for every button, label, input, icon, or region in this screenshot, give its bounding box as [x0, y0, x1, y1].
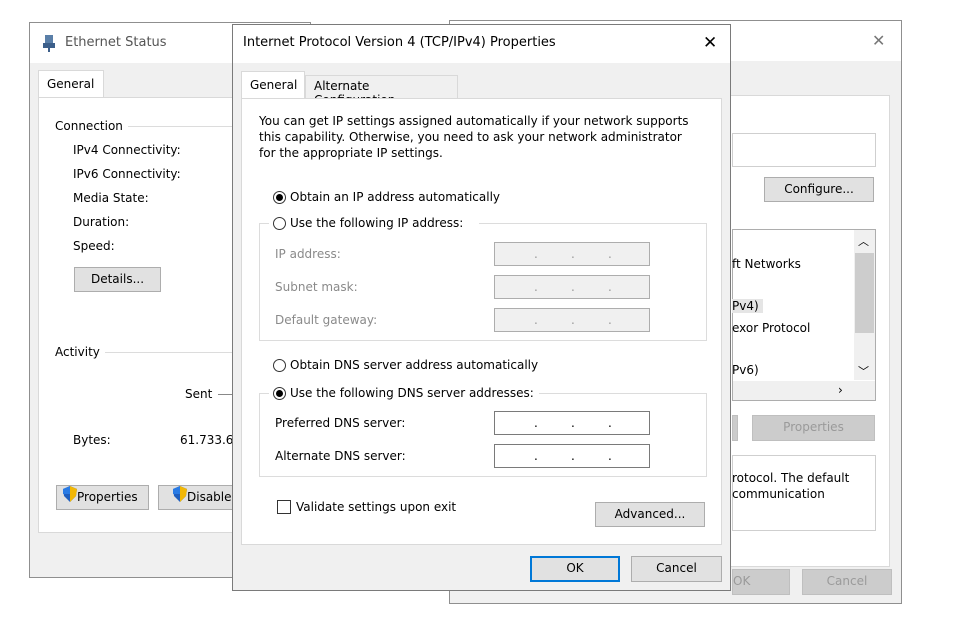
cancel-button[interactable]: Cancel [631, 556, 722, 582]
connection-group-label: Connection [55, 119, 123, 133]
network-icon [42, 34, 56, 55]
obtain-ip-auto-label[interactable]: Obtain an IP address automatically [290, 190, 500, 204]
use-following-dns-radio[interactable] [273, 387, 286, 400]
list-item[interactable]: Pv6) [732, 363, 759, 377]
ipv6-connectivity-label: IPv6 Connectivity: [73, 167, 181, 181]
intro-text: You can get IP settings assigned automat… [259, 114, 689, 128]
alternate-dns-label: Alternate DNS server: [275, 449, 406, 463]
ipv4-properties-dialog: Internet Protocol Version 4 (TCP/IPv4) P… [232, 24, 731, 591]
obtain-dns-auto-label[interactable]: Obtain DNS server address automatically [290, 358, 538, 372]
adapter-field [732, 133, 876, 167]
bytes-label: Bytes: [73, 433, 111, 447]
list-item[interactable]: ft Networks [732, 257, 801, 271]
validate-settings-checkbox[interactable] [277, 500, 291, 514]
configure-button[interactable]: Configure... [764, 177, 874, 202]
cancel-button[interactable]: Cancel [802, 569, 892, 595]
description-text: communication [732, 487, 825, 501]
obtain-ip-auto-radio[interactable] [273, 191, 286, 204]
use-following-dns-label[interactable]: Use the following DNS server addresses: [290, 386, 534, 400]
default-gateway-field[interactable]: ... [494, 308, 650, 332]
sent-label: Sent [185, 387, 213, 401]
scroll-thumb[interactable] [855, 253, 874, 333]
close-icon[interactable]: ✕ [872, 31, 885, 50]
subnet-mask-label: Subnet mask: [275, 280, 358, 294]
alternate-dns-field[interactable]: ... [494, 444, 650, 468]
list-item[interactable]: Pv4) [732, 299, 763, 313]
speed-label: Speed: [73, 239, 115, 253]
media-state-label: Media State: [73, 191, 149, 205]
properties-button[interactable]: Properties [56, 485, 149, 510]
ip-address-field[interactable]: ... [494, 242, 650, 266]
window-title: Ethernet Status [65, 35, 167, 50]
validate-settings-label[interactable]: Validate settings upon exit [296, 500, 456, 514]
item-properties-button[interactable]: Properties [752, 415, 875, 441]
tab-alternate-configuration[interactable]: Alternate Configuration [305, 75, 458, 107]
details-button[interactable]: Details... [74, 267, 161, 292]
ip-address-label: IP address: [275, 247, 341, 261]
tab-general[interactable]: General [38, 70, 104, 98]
close-icon[interactable]: ✕ [703, 33, 717, 53]
horizontal-scrollbar[interactable] [733, 381, 875, 400]
chevron-up-icon[interactable]: ︿ [858, 233, 869, 249]
chevron-down-icon[interactable]: ﹀ [858, 363, 869, 379]
ok-button[interactable]: OK [530, 556, 620, 582]
tab-general[interactable]: General [241, 71, 305, 99]
preferred-dns-label: Preferred DNS server: [275, 416, 406, 430]
list-item[interactable]: exor Protocol [732, 321, 810, 335]
obtain-dns-auto-radio[interactable] [273, 359, 286, 372]
ok-button[interactable]: OK [732, 569, 790, 595]
advanced-button[interactable]: Advanced... [595, 502, 705, 527]
ipv4-connectivity-label: IPv4 Connectivity: [73, 143, 181, 157]
shield-icon [173, 486, 187, 509]
shield-icon [63, 486, 77, 509]
subnet-mask-field[interactable]: ... [494, 275, 650, 299]
default-gateway-label: Default gateway: [275, 313, 378, 327]
uninstall-button[interactable] [732, 415, 738, 441]
intro-text: this capability. Otherwise, you need to … [259, 130, 682, 144]
duration-label: Duration: [73, 215, 130, 229]
intro-text: for the appropriate IP settings. [259, 146, 443, 160]
description-text: rotocol. The default [732, 471, 850, 485]
chevron-right-icon[interactable]: › [838, 383, 843, 397]
activity-group-label: Activity [55, 345, 100, 359]
dialog-title: Internet Protocol Version 4 (TCP/IPv4) P… [243, 35, 556, 50]
preferred-dns-field[interactable]: ... [494, 411, 650, 435]
use-following-ip-label[interactable]: Use the following IP address: [290, 216, 463, 230]
use-following-ip-radio[interactable] [273, 217, 286, 230]
